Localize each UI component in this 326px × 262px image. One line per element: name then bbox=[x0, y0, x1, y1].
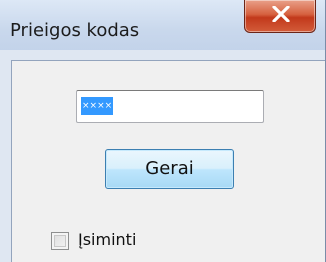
close-button[interactable] bbox=[244, 0, 316, 33]
ok-button[interactable]: Gerai bbox=[105, 149, 234, 189]
access-code-input[interactable]: ×××× bbox=[76, 90, 264, 123]
window-title: Prieigos kodas bbox=[10, 20, 140, 41]
close-icon bbox=[272, 6, 290, 22]
remember-label: Įsiminti bbox=[78, 230, 137, 249]
title-bar[interactable]: Prieigos kodas bbox=[0, 0, 325, 50]
dialog-window: Prieigos kodas ×××× Gerai Įsiminti bbox=[0, 0, 326, 262]
remember-checkbox[interactable] bbox=[51, 232, 69, 250]
access-code-value: ×××× bbox=[81, 97, 114, 115]
